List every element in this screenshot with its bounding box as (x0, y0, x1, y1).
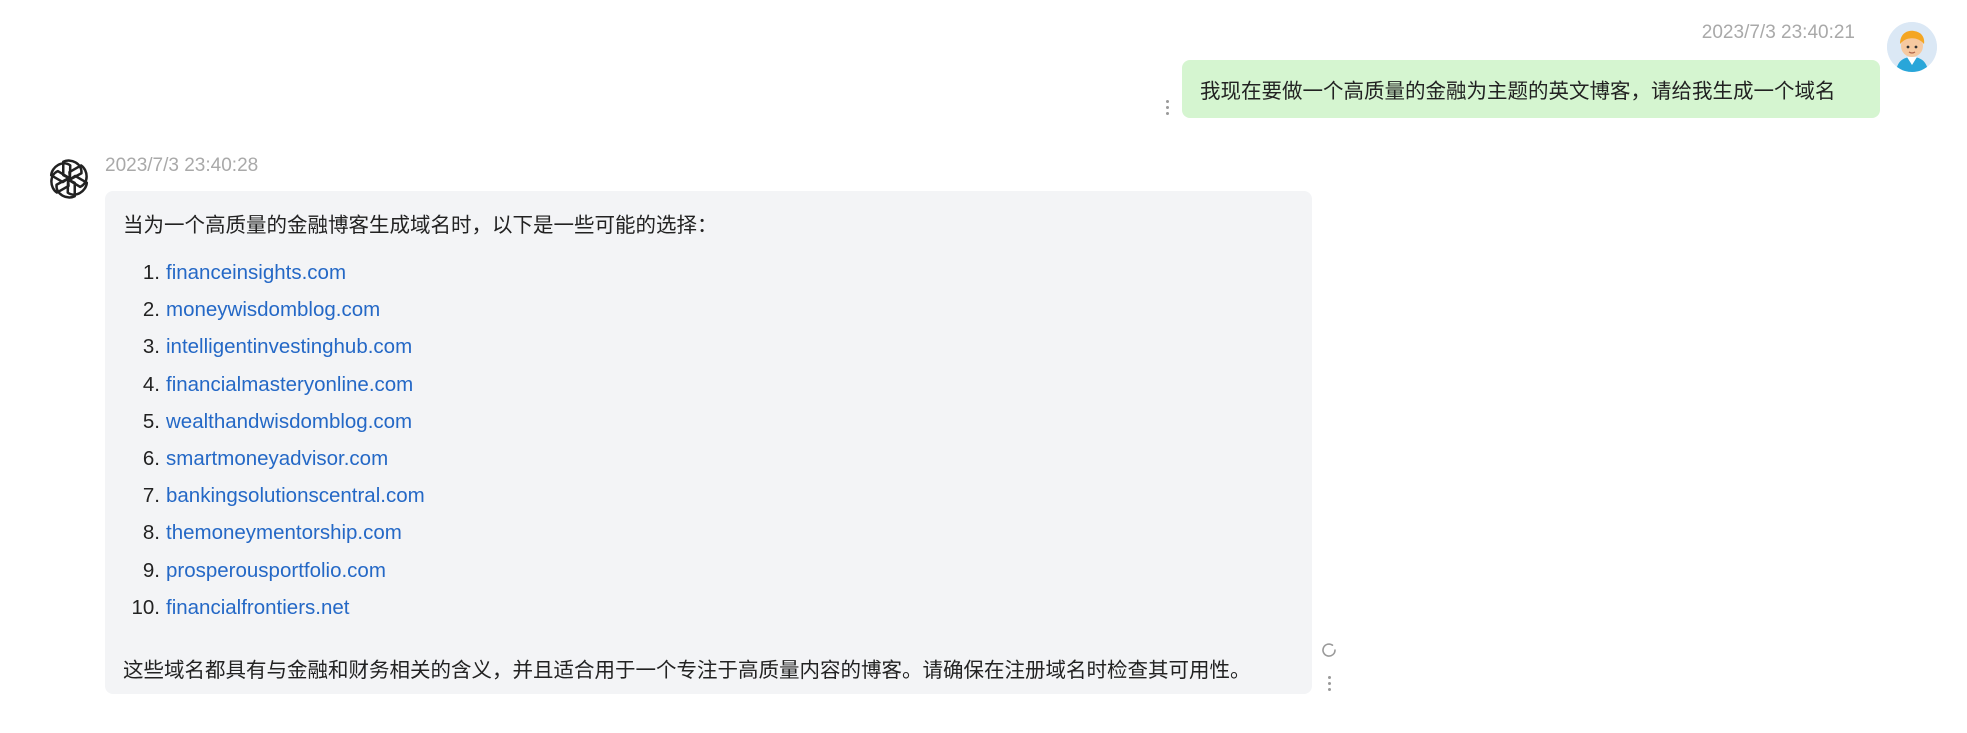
list-number: 10. (131, 595, 161, 619)
domain-link[interactable]: intelligentinvestinghub.com (166, 335, 412, 358)
refresh-icon[interactable] (1320, 641, 1338, 659)
domain-link[interactable]: financialfrontiers.net (166, 596, 349, 619)
assistant-message-timestamp: 2023/7/3 23:40:28 (105, 155, 259, 176)
domain-link[interactable]: moneywisdomblog.com (166, 298, 380, 321)
domain-link[interactable]: bankingsolutionscentral.com (166, 484, 425, 507)
list-number: 1. (142, 261, 160, 284)
list-number: 3. (142, 335, 160, 359)
list-number: 2. (142, 298, 160, 322)
list-number: 9. (142, 558, 160, 582)
user-message-bubble: 我现在要做一个高质量的金融为主题的英文博客，请给我生成一个域名 (1182, 60, 1880, 118)
domain-link[interactable]: prosperousportfolio.com (166, 559, 386, 582)
openai-logo-icon (46, 156, 92, 202)
list-number: 5. (142, 409, 160, 433)
domain-link[interactable]: financialmasteryonline.com (166, 373, 413, 396)
assistant-intro-text: 当为一个高质量的金融博客生成域名时，以下是一些可能的选择： (123, 214, 718, 237)
list-number: 8. (142, 521, 160, 545)
domain-link[interactable]: financeinsights.com (166, 261, 346, 284)
domain-link[interactable]: wealthandwisdomblog.com (166, 410, 412, 433)
list-number: 6. (142, 446, 160, 470)
user-message-text: 我现在要做一个高质量的金融为主题的英文博客，请给我生成一个域名 (1200, 80, 1836, 103)
domain-link[interactable]: smartmoneyadvisor.com (166, 447, 388, 470)
more-vertical-icon[interactable] (1328, 676, 1332, 694)
user-message-timestamp: 2023/7/3 23:40:21 (1701, 22, 1855, 43)
list-number: 7. (142, 484, 160, 508)
assistant-outro-text: 这些域名都具有与金融和财务相关的含义，并且适合用于一个专注于高质量内容的博客。请… (123, 659, 1251, 682)
user-avatar-icon[interactable] (1887, 22, 1937, 72)
assistant-message-bubble: 当为一个高质量的金融博客生成域名时，以下是一些可能的选择： 1. financei… (105, 191, 1312, 694)
domain-link[interactable]: themoneymentorship.com (166, 521, 402, 544)
list-number: 4. (142, 372, 160, 396)
more-vertical-icon[interactable] (1166, 100, 1170, 118)
